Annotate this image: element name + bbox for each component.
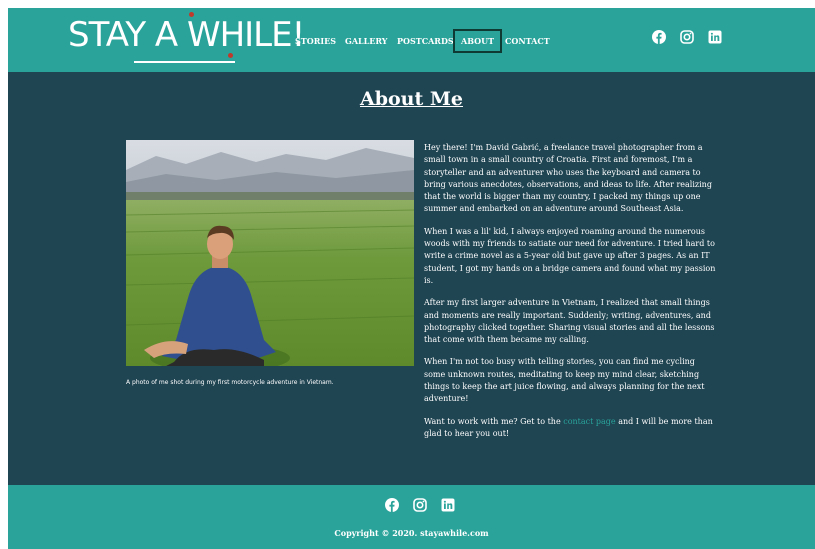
profile-photo [126,140,414,366]
contact-prefix: Want to work with me? Get to the [424,416,564,426]
page-title: About Me [359,88,464,110]
instagram-icon[interactable] [680,30,694,44]
photo-caption: A photo of me shot during my first motor… [126,379,334,386]
logo-dot [228,53,233,58]
logo-dot [189,12,194,17]
linkedin-icon[interactable] [708,30,722,44]
copyright-text: Copyright © 2020. stayawhile.com [334,528,489,538]
contact-page-link[interactable]: contact page [563,417,615,426]
nav-contact[interactable]: CONTACT [505,29,550,53]
logo-underline [134,61,235,63]
bio-paragraph: When I was a lil' kid, I always enjoyed … [424,226,716,285]
about-section: About Me A photo of me shot during my fi… [8,72,815,485]
facebook-icon[interactable] [652,30,666,44]
site-header: STAY A WHILE! STORIES GALLERY POSTCARDS … [8,8,815,72]
facebook-icon[interactable] [385,498,399,512]
site-logo[interactable]: STAY A WHILE! [68,12,305,68]
nav-stories[interactable]: STORIES [295,29,336,53]
logo-text: STAY A WHILE! [68,15,305,55]
linkedin-icon[interactable] [441,498,455,512]
nav-postcards[interactable]: POSTCARDS [397,29,454,53]
nav-gallery[interactable]: GALLERY [345,29,388,53]
bio-paragraph: Hey there! I'm David Gabrić, a freelance… [424,143,712,214]
contact-paragraph: Want to work with me? Get to the contact… [424,416,716,441]
bio-paragraph: When I'm not too busy with telling stori… [424,357,705,404]
nav-about[interactable]: ABOUT [453,29,503,53]
bio-paragraph: After my first larger adventure in Vietn… [424,298,715,345]
instagram-icon[interactable] [413,498,427,512]
bio-text: Hey there! I'm David Gabrić, a freelance… [424,142,716,450]
site-footer: Copyright © 2020. stayawhile.com [8,485,815,549]
